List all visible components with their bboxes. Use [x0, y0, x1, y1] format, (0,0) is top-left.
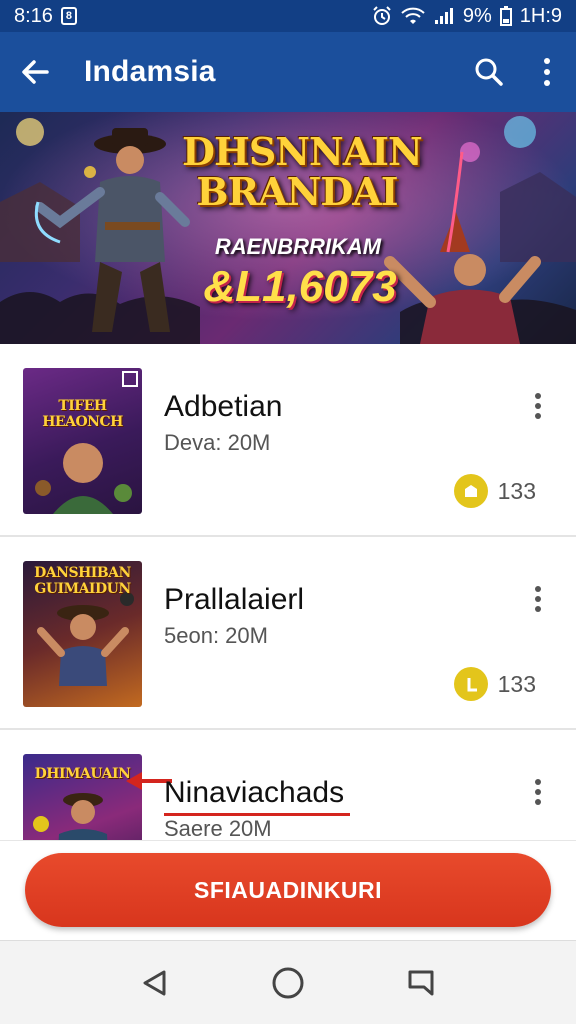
- cta-area: SFIAUADINKURI: [0, 840, 576, 940]
- back-button[interactable]: [0, 32, 70, 112]
- promo-banner[interactable]: DHSNNAIN BRANDAI RAENBRRIKAM &L1,6073: [0, 112, 576, 344]
- banner-title: DHSNNAIN BRANDAI: [182, 129, 423, 214]
- nav-back-button[interactable]: [125, 953, 185, 1013]
- status-bar: 8:16 8 9% 1H:9: [0, 0, 576, 32]
- battery-icon: [499, 6, 512, 26]
- signal-icon: [433, 6, 455, 26]
- more-vertical-icon: [535, 393, 541, 419]
- item-title: Adbetian: [164, 390, 283, 423]
- item-rating: 133: [453, 667, 536, 701]
- status-time: 8:16: [14, 4, 53, 27]
- more-vertical-icon: [544, 58, 550, 86]
- nav-home-icon: [272, 967, 304, 998]
- app-bar: Indamsia: [0, 32, 576, 112]
- item-meta: Deva: 20M: [164, 430, 271, 455]
- more-vertical-icon: [535, 779, 541, 805]
- search-icon: [475, 58, 503, 86]
- rating-value: 133: [497, 477, 536, 504]
- banner-subtitle: RAENBRRIKAM: [214, 234, 382, 259]
- item-meta: 5eon: 20M: [164, 623, 268, 648]
- nav-recents-icon: [408, 970, 434, 995]
- nav-back-icon: [143, 970, 166, 995]
- item-more-button[interactable]: [526, 581, 550, 617]
- thumbnail-title: DANSHIBAN GUIMAIDUN: [34, 565, 131, 597]
- coin-icon: [453, 474, 488, 508]
- rating-value: 133: [497, 670, 536, 697]
- back-arrow-icon: [22, 60, 49, 84]
- battery-percent: 9%: [462, 4, 492, 27]
- game-thumbnail: TIFEH HEAONCH: [23, 368, 142, 514]
- wifi-icon: [401, 6, 425, 26]
- alarm-icon: [371, 5, 393, 27]
- list-item[interactable]: DHIMAUAIN Ninaviachads Saere 20M: [0, 730, 576, 840]
- item-title: Ninaviachads: [164, 776, 345, 809]
- thumbnail-title: TIFEH HEAONCH: [42, 398, 123, 430]
- page-title: Indamsia: [84, 55, 216, 88]
- more-vertical-icon: [535, 586, 541, 612]
- nav-home-button[interactable]: [258, 953, 318, 1013]
- search-button[interactable]: [460, 32, 518, 112]
- banner-number: &L1,6073: [203, 262, 397, 311]
- game-list: TIFEH HEAONCH Adbetian Deva: 20M 133 DAN…: [0, 344, 576, 840]
- app-badge-icon: 8: [60, 7, 77, 25]
- list-item[interactable]: DANSHIBAN GUIMAIDUN Prallalaierl 5eon: 2…: [0, 537, 576, 730]
- more-options-button[interactable]: [518, 32, 576, 112]
- item-meta: Saere 20M: [164, 816, 272, 840]
- system-nav-bar: [0, 940, 576, 1024]
- list-item[interactable]: TIFEH HEAONCH Adbetian Deva: 20M 133: [0, 344, 576, 537]
- coin-icon: [453, 667, 488, 701]
- nav-recents-button[interactable]: [391, 953, 451, 1013]
- item-more-button[interactable]: [526, 774, 550, 810]
- status-clock: 1H:9: [519, 4, 562, 27]
- item-more-button[interactable]: [526, 388, 550, 424]
- primary-action-button[interactable]: SFIAUADINKURI: [25, 853, 551, 927]
- game-thumbnail: DANSHIBAN GUIMAIDUN: [23, 561, 142, 707]
- item-rating: 133: [453, 474, 536, 508]
- item-title: Prallalaierl: [164, 583, 305, 616]
